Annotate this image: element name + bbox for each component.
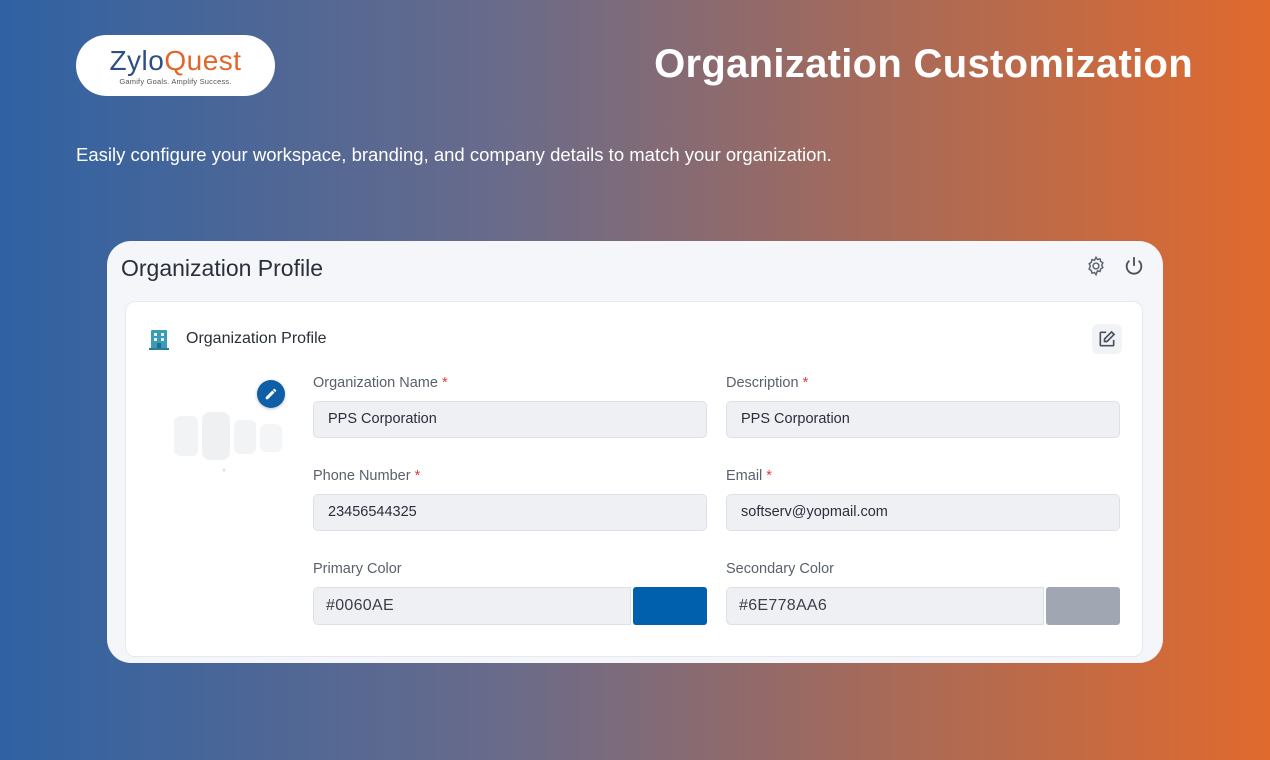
org-name-label: Organization Name * bbox=[313, 375, 448, 391]
secondary-color-swatch[interactable] bbox=[1046, 587, 1120, 625]
hero-title: Organization Customization bbox=[654, 42, 1193, 86]
logo-edit-button[interactable] bbox=[257, 380, 285, 408]
organization-logo bbox=[160, 378, 290, 488]
phone-field[interactable]: 23456544325 bbox=[313, 494, 707, 531]
description-label: Description * bbox=[726, 375, 808, 391]
primary-color-swatch[interactable] bbox=[633, 587, 707, 625]
primary-color-label: Primary Color bbox=[313, 561, 402, 577]
description-field[interactable]: PPS Corporation bbox=[726, 401, 1120, 438]
logo-part-quest: Quest bbox=[164, 44, 242, 76]
secondary-color-row: #6E778AA6 bbox=[726, 587, 1120, 625]
required-marker: * bbox=[802, 375, 809, 391]
building-icon bbox=[146, 326, 172, 352]
required-marker: * bbox=[414, 468, 421, 484]
pencil-icon bbox=[265, 388, 277, 400]
org-name-field[interactable]: PPS Corporation bbox=[313, 401, 707, 438]
power-icon[interactable] bbox=[1123, 255, 1145, 277]
phone-label: Phone Number * bbox=[313, 468, 420, 484]
page-title: Organization Profile bbox=[121, 255, 323, 281]
required-marker: * bbox=[441, 375, 448, 391]
hero-subtitle: Easily configure your workspace, brandin… bbox=[76, 144, 832, 165]
gear-icon[interactable] bbox=[1085, 255, 1107, 277]
email-label: Email * bbox=[726, 468, 772, 484]
logo-wordmark: ZyloQuest bbox=[109, 44, 242, 76]
section-title: Organization Profile bbox=[186, 330, 327, 347]
email-field[interactable]: softserv@yopmail.com bbox=[726, 494, 1120, 531]
logo-tagline: Gamify Goals. Amplify Success. bbox=[119, 76, 232, 86]
primary-color-row: #0060AE bbox=[313, 587, 707, 625]
secondary-color-field[interactable]: #6E778AA6 bbox=[726, 587, 1044, 625]
email-label-text: Email bbox=[726, 468, 763, 484]
primary-color-field[interactable]: #0060AE bbox=[313, 587, 631, 625]
phone-label-text: Phone Number bbox=[313, 468, 411, 484]
logo-part-zylo: Zylo bbox=[109, 44, 165, 76]
profile-section: Organization Profile Organization Name *… bbox=[125, 301, 1143, 657]
edit-profile-button[interactable] bbox=[1092, 324, 1122, 354]
organization-profile-card: Organization Profile Organization Profil… bbox=[107, 241, 1163, 663]
org-name-label-text: Organization Name bbox=[313, 375, 438, 391]
description-label-text: Description bbox=[726, 375, 799, 391]
edit-icon bbox=[1099, 330, 1116, 347]
brand-logo: ZyloQuest Gamify Goals. Amplify Success. bbox=[76, 35, 275, 96]
required-marker: * bbox=[766, 468, 772, 484]
secondary-color-label: Secondary Color bbox=[726, 561, 834, 577]
logo-image bbox=[168, 406, 288, 476]
